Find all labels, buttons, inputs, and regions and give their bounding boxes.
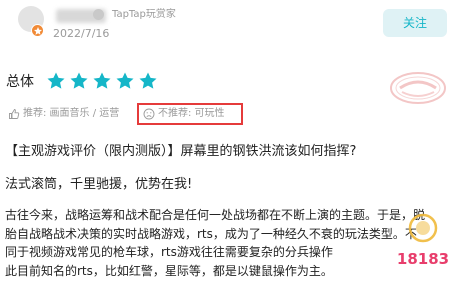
author-title: TapTap玩赏家 [112,9,176,20]
frown-face-icon [143,108,155,120]
thumbs-up-icon [9,109,20,119]
star-icon [70,72,88,89]
follow-button[interactable]: 关注 [383,9,447,37]
post-date: 2022/7/16 [53,27,110,40]
paragraph-line: 古往今来，战略运筹和战术配合是任何一处战场都在不断上演的主题。于是，脱 [5,208,426,222]
review-title: 【主观游戏评价（限内测版）】屏幕里的钢铁洪流该如何指挥? [5,144,357,159]
stamp-badge-icon [390,72,446,104]
star-icon [116,72,134,89]
watermark-text: 18183 [398,250,448,268]
paragraph-line: 同于视频游戏常见的枪车球，rts游戏往往需要复杂的分兵操作 [5,245,333,259]
not-recommend-text: 不推荐: 可玩性 [158,108,225,119]
recommend-tag: 推荐: 画面音乐 / 运营 [8,106,119,122]
star-icon [93,72,111,89]
recommend-text: 推荐: 画面音乐 / 运营 [23,108,120,119]
star-icon [47,72,65,89]
not-recommend-tag: 不推荐: 可玩性 [143,106,225,122]
verified-icon [93,9,104,20]
site-watermark-logo: 18183 [398,213,448,268]
review-tagline: 法式滚筒，千里驰援，优势在我! [5,177,193,192]
paragraph-line: 胎自战略战术决策的实时战略游戏，rts，成为了一种经久不衰的玩法类型。不 [5,226,417,241]
rating-stars [46,71,158,91]
star-icon [139,72,157,89]
review-paragraph: 古往今来，战略运筹和战术配合是任何一处战场都在不断上演的主题。于是，脱 胎自战略… [5,206,443,280]
player-badge-icon [31,24,44,37]
paragraph-line: 此目前知名的rts，比如红警，星际等，都是以键鼠操作为主。 [5,263,333,278]
rating-label: 总体 [6,74,34,90]
